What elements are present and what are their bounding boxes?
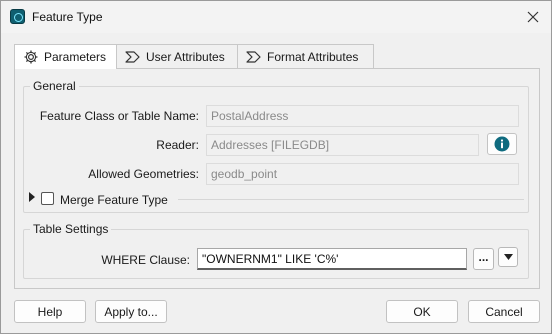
- feature-class-field[interactable]: PostalAddress: [206, 105, 519, 127]
- cancel-button[interactable]: Cancel: [468, 300, 540, 323]
- tab-parameters[interactable]: Parameters: [14, 44, 117, 69]
- tab-bar: Parameters User Attributes Format Attrib…: [14, 44, 374, 69]
- help-button-label: Help: [37, 304, 63, 319]
- where-clause-input[interactable]: "OWNERNM1" LIKE 'C%': [197, 248, 467, 270]
- merge-divider: [178, 199, 524, 200]
- tab-user-attributes-label: User Attributes: [146, 49, 225, 64]
- window-title: Feature Type: [32, 10, 103, 24]
- general-group-title: General: [30, 79, 79, 93]
- tab-format-attributes-label: Format Attributes: [267, 49, 359, 64]
- allowed-geometries-field[interactable]: geodb_point: [206, 163, 519, 185]
- reader-label: Reader:: [156, 138, 199, 152]
- attribute-icon: [246, 50, 261, 63]
- where-clause-dropdown-button[interactable]: [498, 247, 518, 267]
- help-button[interactable]: Help: [14, 300, 86, 323]
- ok-button[interactable]: OK: [386, 300, 458, 323]
- cancel-button-label: Cancel: [485, 304, 523, 319]
- general-group: General Feature Class or Table Name: Pos…: [23, 79, 529, 213]
- reader-field[interactable]: Addresses [FILEGDB]: [206, 134, 479, 156]
- apply-to-button-label: Apply to...: [104, 304, 158, 319]
- gear-icon: [24, 50, 38, 64]
- feature-type-dialog: Feature Type Parameters User Attributes: [0, 0, 552, 334]
- ellipsis-label: ...: [478, 250, 489, 264]
- merge-feature-type-checkbox[interactable]: [41, 192, 54, 205]
- parameters-panel: General Feature Class or Table Name: Pos…: [14, 68, 540, 289]
- attribute-icon: [125, 50, 140, 63]
- app-icon: [10, 9, 25, 24]
- tab-format-attributes[interactable]: Format Attributes: [237, 44, 374, 68]
- apply-to-button[interactable]: Apply to...: [95, 300, 167, 323]
- table-settings-group-title: Table Settings: [30, 222, 112, 236]
- where-clause-ellipsis-button[interactable]: ...: [473, 248, 494, 270]
- tab-parameters-label: Parameters: [43, 50, 106, 64]
- allowed-geometries-label: Allowed Geometries:: [88, 167, 199, 181]
- close-button[interactable]: [521, 5, 545, 29]
- merge-feature-type-label: Merge Feature Type: [60, 193, 168, 207]
- table-settings-group: Table Settings WHERE Clause: "OWNERNM1" …: [23, 222, 529, 279]
- close-icon: [527, 11, 539, 23]
- feature-class-label: Feature Class or Table Name:: [39, 109, 199, 123]
- chevron-down-icon: [503, 254, 513, 260]
- info-icon: [494, 136, 510, 152]
- reader-info-button[interactable]: [487, 133, 517, 155]
- expand-arrow-icon[interactable]: [28, 192, 36, 202]
- where-clause-label: WHERE Clause:: [101, 253, 190, 267]
- tab-user-attributes[interactable]: User Attributes: [116, 44, 238, 68]
- ok-button-label: OK: [413, 304, 431, 319]
- title-bar: Feature Type: [1, 1, 551, 33]
